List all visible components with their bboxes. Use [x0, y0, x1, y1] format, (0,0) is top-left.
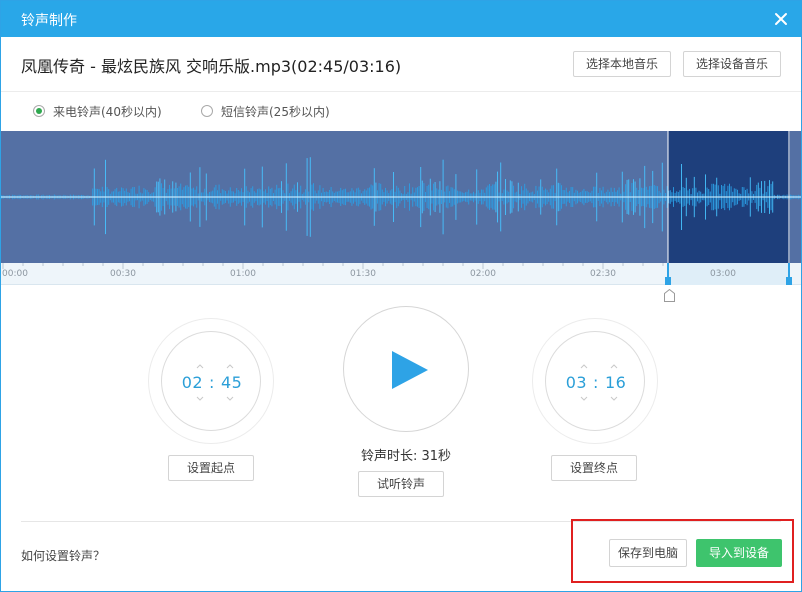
play-button[interactable] [343, 306, 469, 432]
end-seconds[interactable]: 16 [605, 373, 626, 392]
close-icon [775, 13, 787, 25]
select-device-music-button[interactable]: 选择设备音乐 [683, 51, 781, 77]
start-minutes-down-icon[interactable] [196, 396, 204, 401]
selection-start-handle[interactable] [664, 287, 675, 302]
play-icon [392, 351, 428, 389]
end-minutes[interactable]: 03 [566, 373, 587, 392]
tick-label: 02:30 [590, 269, 616, 279]
end-minutes-down-icon[interactable] [580, 396, 588, 401]
start-time-ring: 02 : 45 [161, 331, 261, 431]
end-seconds-down-icon[interactable] [610, 396, 618, 401]
time-separator: : [209, 372, 215, 392]
start-minutes[interactable]: 02 [182, 373, 203, 392]
radio-call-ringtone[interactable]: 来电铃声(40秒以内) [33, 103, 162, 119]
start-seconds-up-icon[interactable] [226, 364, 234, 369]
radio-unchecked-icon [201, 105, 213, 117]
set-start-button[interactable]: 设置起点 [168, 455, 254, 481]
end-seconds-up-icon[interactable] [610, 364, 618, 369]
window-title: 铃声制作 [21, 13, 77, 29]
end-time-dial: 03 : 16 [532, 318, 658, 444]
end-marker-foot [786, 277, 792, 285]
radio-sms-ringtone[interactable]: 短信铃声(25秒以内) [201, 103, 330, 119]
start-seconds-down-icon[interactable] [226, 396, 234, 401]
tick-label: 01:30 [350, 269, 376, 279]
start-time-dial: 02 : 45 [148, 318, 274, 444]
handle-icon [664, 288, 675, 302]
title-bar: 铃声制作 [1, 1, 801, 37]
waveform-canvas [1, 131, 801, 263]
divider [1, 91, 801, 92]
preview-ringtone-button[interactable]: 试听铃声 [358, 471, 444, 497]
help-link[interactable]: 如何设置铃声？ [21, 547, 105, 564]
radio-checked-icon [33, 105, 45, 117]
end-minutes-up-icon[interactable] [580, 364, 588, 369]
timeline-ruler[interactable]: 00:00 00:30 01:00 01:30 02:00 02:30 03:00 [1, 263, 801, 285]
end-time-ring: 03 : 16 [545, 331, 645, 431]
tick-label: 00:00 [2, 269, 28, 279]
radio-sms-label: 短信铃声(25秒以内) [221, 104, 330, 119]
ringtone-duration-label: 铃声时长: 31秒 [360, 449, 452, 464]
tick-label: 03:00 [710, 269, 736, 279]
set-end-button[interactable]: 设置终点 [551, 455, 637, 481]
highlight-annotation [571, 519, 794, 583]
tick-label: 02:00 [470, 269, 496, 279]
start-minutes-up-icon[interactable] [196, 364, 204, 369]
start-seconds[interactable]: 45 [221, 373, 242, 392]
tick-label: 00:30 [110, 269, 136, 279]
start-marker-foot [665, 277, 671, 285]
start-time-display: 02 : 45 [162, 332, 262, 432]
select-local-music-button[interactable]: 选择本地音乐 [573, 51, 671, 77]
radio-call-label: 来电铃声(40秒以内) [53, 104, 162, 119]
close-button[interactable] [771, 9, 791, 29]
waveform-editor[interactable] [1, 131, 801, 263]
file-name: 凤凰传奇 - 最炫民族风 交响乐版.mp3(02:45/03:16) [21, 57, 402, 76]
ringtone-maker-window: 铃声制作 凤凰传奇 - 最炫民族风 交响乐版.mp3(02:45/03:16) … [0, 0, 802, 592]
tick-label: 01:00 [230, 269, 256, 279]
end-time-display: 03 : 16 [546, 332, 646, 432]
time-separator: : [593, 372, 599, 392]
